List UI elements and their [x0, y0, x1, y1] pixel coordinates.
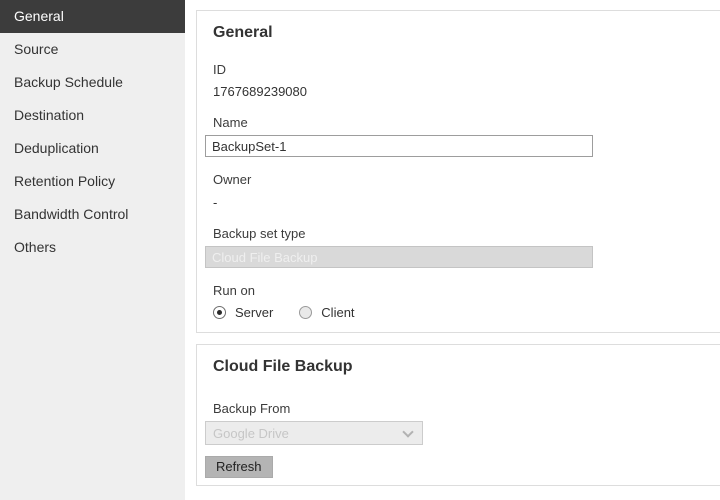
- cloud-panel-title: Cloud File Backup: [213, 358, 353, 375]
- sidebar-item-source[interactable]: Source: [0, 33, 185, 66]
- run-on-radio-group: Server Client: [213, 304, 720, 320]
- name-label: Name: [213, 115, 248, 130]
- sidebar-item-deduplication[interactable]: Deduplication: [0, 132, 185, 165]
- radio-unselected-icon: [299, 305, 313, 319]
- run-on-label: Run on: [213, 283, 255, 298]
- refresh-button[interactable]: Refresh: [205, 456, 273, 478]
- general-panel-title: General: [213, 24, 273, 41]
- name-input[interactable]: [205, 135, 593, 157]
- cloud-file-backup-panel: Cloud File Backup Backup From Google Dri…: [196, 344, 720, 486]
- owner-label: Owner: [213, 172, 252, 187]
- run-on-server-radio[interactable]: Server: [213, 305, 273, 320]
- backup-from-selected-value: Google Drive: [213, 425, 289, 441]
- run-on-server-label: Server: [235, 304, 274, 320]
- radio-selected-icon: [213, 305, 226, 319]
- backup-set-type-input: [205, 246, 593, 268]
- sidebar-item-bandwidth-control[interactable]: Bandwidth Control: [0, 198, 185, 231]
- sidebar-item-retention-policy[interactable]: Retention Policy: [0, 165, 185, 198]
- id-label: ID: [213, 62, 226, 77]
- backup-from-label: Backup From: [213, 401, 291, 416]
- owner-value: -: [213, 195, 218, 210]
- run-on-client-label: Client: [321, 304, 355, 320]
- sidebar-item-general[interactable]: General: [0, 0, 185, 33]
- chevron-down-icon: [402, 426, 414, 438]
- id-value: 1767689239080: [213, 84, 307, 99]
- sidebar-item-backup-schedule[interactable]: Backup Schedule: [0, 66, 185, 99]
- backup-from-select: Google Drive: [205, 421, 423, 445]
- run-on-client-radio[interactable]: Client: [299, 304, 355, 320]
- backup-set-type-label: Backup set type: [213, 226, 306, 241]
- general-panel: General ID 1767689239080 Name Owner - Ba…: [196, 10, 720, 333]
- sidebar-item-destination[interactable]: Destination: [0, 99, 185, 132]
- sidebar: General Source Backup Schedule Destinati…: [0, 0, 185, 500]
- sidebar-item-others[interactable]: Others: [0, 231, 185, 264]
